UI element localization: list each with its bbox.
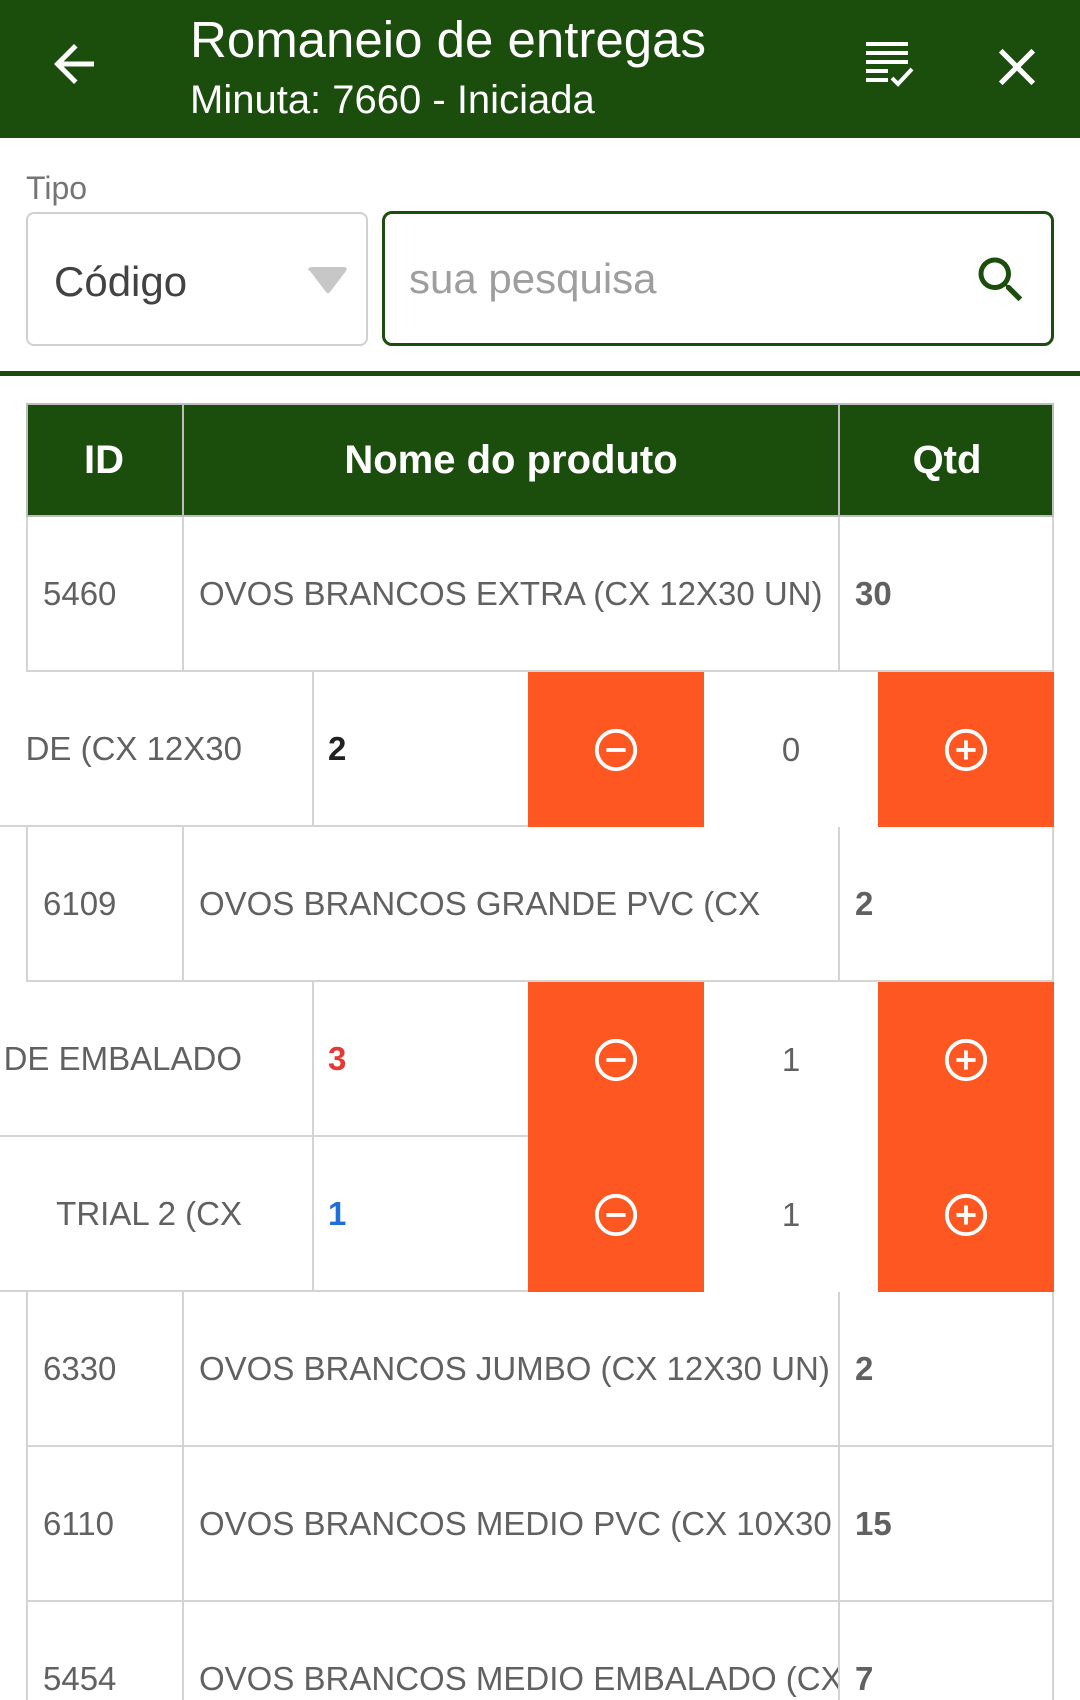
cell-id: 6330 <box>43 1349 117 1387</box>
increment-button[interactable] <box>878 982 1054 1137</box>
cell-qtd: 1 <box>312 1137 528 1292</box>
plus-circle-icon <box>944 1193 988 1236</box>
cell-name: DE EMBALADO <box>0 982 312 1137</box>
search-input[interactable] <box>409 244 949 314</box>
cell-qtd: 2 <box>838 827 1054 980</box>
cell-name: OVOS BRANCOS GRANDE PVC (CX <box>182 827 838 980</box>
minus-circle-icon <box>594 728 638 771</box>
column-header-qtd[interactable]: Qtd <box>838 405 1054 515</box>
cell-name: OVOS BRANCOS JUMBO (CX 12X30 UN) <box>182 1292 838 1445</box>
minus-circle-icon <box>594 1038 638 1081</box>
app-bar: Romaneio de entregas Minuta: 7660 - Inic… <box>0 0 1080 138</box>
cell-name: OVOS BRANCOS MEDIO EMBALADO (CX <box>182 1602 838 1700</box>
cell-qtd: 3 <box>312 982 528 1137</box>
swiped-table-row[interactable]: DE (CX 12X30 2 0 <box>0 672 1080 827</box>
cell-qtd: 2 <box>838 1292 1054 1445</box>
cell-id: 6109 <box>43 884 117 922</box>
cell-id: 6110 <box>43 1504 114 1542</box>
cell-name: TRIAL 2 (CX <box>0 1137 312 1292</box>
cell-qtd: 7 <box>838 1602 1054 1700</box>
tipo-select[interactable]: Código <box>26 212 368 346</box>
cell-id: 5454 <box>43 1659 117 1697</box>
checklist-icon[interactable] <box>862 36 922 96</box>
cell-qtd: 30 <box>838 517 1054 670</box>
column-header-id[interactable]: ID <box>28 405 180 515</box>
swiped-table-row[interactable]: TRIAL 2 (CX 1 1 <box>0 1137 1080 1292</box>
swiped-table-row[interactable]: DE EMBALADO 3 1 <box>0 982 1080 1137</box>
plus-circle-icon <box>944 1038 988 1081</box>
cell-name: OVOS BRANCOS MEDIO PVC (CX 10X30 <box>182 1447 838 1600</box>
page-subtitle: Minuta: 7660 - Iniciada <box>190 78 595 122</box>
cell-qtd: 15 <box>838 1447 1054 1600</box>
cell-qtd: 2 <box>312 672 528 827</box>
cell-name: OVOS BRANCOS EXTRA (CX 12X30 UN) <box>182 517 838 670</box>
close-icon[interactable] <box>986 36 1048 98</box>
column-header-name[interactable]: Nome do produto <box>182 405 838 515</box>
increment-button[interactable] <box>878 672 1054 827</box>
decrement-button[interactable] <box>528 672 704 827</box>
search-field[interactable] <box>382 211 1054 346</box>
collected-count: 1 <box>704 982 878 1137</box>
table-row[interactable]: 6110 OVOS BRANCOS MEDIO PVC (CX 10X30 15 <box>26 1447 1054 1602</box>
table-row[interactable]: 6330 OVOS BRANCOS JUMBO (CX 12X30 UN) 2 <box>26 1292 1054 1447</box>
page-title: Romaneio de entregas <box>190 11 707 68</box>
cell-name: DE (CX 12X30 <box>0 672 312 827</box>
collected-count: 1 <box>704 1137 878 1292</box>
increment-button[interactable] <box>878 1137 1054 1292</box>
decrement-button[interactable] <box>528 1137 704 1292</box>
arrow-back-icon[interactable] <box>44 34 104 94</box>
table-row[interactable]: 5460 OVOS BRANCOS EXTRA (CX 12X30 UN) 30 <box>26 517 1054 672</box>
table-header: ID Nome do produto Qtd <box>26 403 1054 517</box>
tipo-select-value: Código <box>54 258 188 305</box>
cell-id: 5460 <box>43 574 117 612</box>
plus-circle-icon <box>944 728 988 771</box>
table-row[interactable]: 6109 OVOS BRANCOS GRANDE PVC (CX 2 <box>26 827 1054 982</box>
decrement-button[interactable] <box>528 982 704 1137</box>
dropdown-caret-icon <box>308 267 347 294</box>
tipo-label: Tipo <box>26 170 88 206</box>
table-row[interactable]: 5454 OVOS BRANCOS MEDIO EMBALADO (CX 7 <box>26 1602 1054 1700</box>
minus-circle-icon <box>594 1193 638 1236</box>
search-icon[interactable] <box>971 250 1031 310</box>
collected-count: 0 <box>704 672 878 827</box>
filter-divider <box>0 371 1080 376</box>
